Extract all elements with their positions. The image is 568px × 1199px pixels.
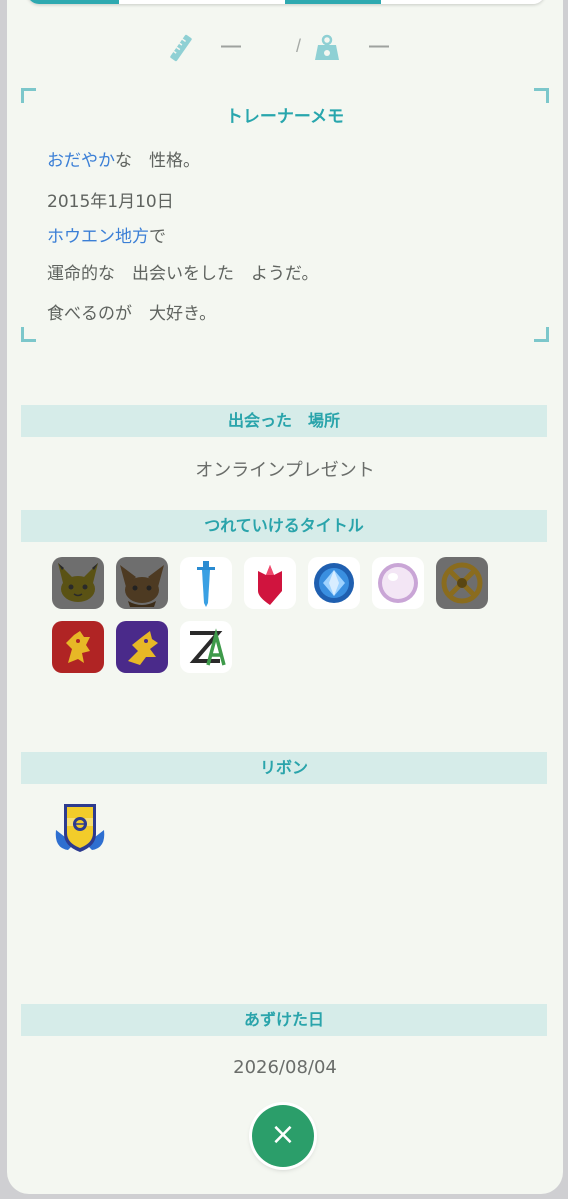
- memo-corner: [21, 88, 36, 103]
- memo-region-line: ホウエン地方で: [47, 222, 166, 247]
- memo-met-line: 運命的な 出会いをした ようだ。: [47, 264, 319, 284]
- titles-header: つれていけるタイトル: [21, 510, 547, 542]
- memo-corner: [21, 327, 36, 342]
- lets-go-eevee-icon[interactable]: [116, 557, 168, 609]
- close-button[interactable]: ×: [252, 1105, 314, 1167]
- tab-segment-4[interactable]: [381, 0, 545, 4]
- region-name: ホウエン地方: [47, 227, 149, 247]
- tab-segment-2[interactable]: [119, 0, 285, 4]
- shield-icon[interactable]: [244, 557, 296, 609]
- memo-characteristic: 食べるのが 大好き。: [47, 304, 217, 324]
- pokemon-detail-card: — / — トレーナーメモ おだやかな 性格。 2015年1月10日 ホウエン地…: [7, 0, 563, 1194]
- memo-corner: [534, 88, 549, 103]
- title-icon-grid: [52, 557, 492, 677]
- deposit-date-header: あずけた日: [21, 1004, 547, 1036]
- height-weight-row: — / —: [7, 32, 563, 64]
- violet-icon[interactable]: [116, 621, 168, 673]
- nature-suffix: な 性格。: [115, 151, 200, 171]
- height-value: —: [221, 35, 241, 57]
- legends-arceus-icon[interactable]: [436, 557, 488, 609]
- top-tab-bar[interactable]: [27, 0, 545, 4]
- met-location-header: 出会った 場所: [21, 405, 547, 437]
- lets-go-pikachu-icon[interactable]: [52, 557, 104, 609]
- legends-za-icon[interactable]: [180, 621, 232, 673]
- region-suffix: で: [149, 227, 166, 247]
- tab-segment-3[interactable]: [285, 0, 381, 4]
- classic-ribbon-icon[interactable]: [52, 800, 108, 856]
- memo-nature-line: おだやかな 性格。: [47, 146, 200, 171]
- weight-icon: [315, 34, 339, 60]
- close-icon: ×: [270, 1117, 296, 1152]
- weight-value: —: [369, 35, 389, 57]
- deposit-date-value: 2026/08/04: [233, 1057, 337, 1078]
- memo-title: トレーナーメモ: [225, 107, 345, 127]
- trainer-memo: トレーナーメモ おだやかな 性格。 2015年1月10日 ホウエン地方で 運命的…: [21, 88, 549, 342]
- met-location-value: オンラインプレゼント: [195, 460, 375, 481]
- tab-segment-1[interactable]: [27, 0, 119, 4]
- ribbons-header: リボン: [21, 752, 547, 784]
- ruler-icon: [170, 34, 192, 62]
- stat-separator: /: [296, 36, 302, 56]
- shining-pearl-icon[interactable]: [372, 557, 424, 609]
- memo-corner: [534, 327, 549, 342]
- brilliant-diamond-icon[interactable]: [308, 557, 360, 609]
- memo-date: 2015年1月10日: [47, 192, 174, 212]
- scarlet-icon[interactable]: [52, 621, 104, 673]
- sword-icon[interactable]: [180, 557, 232, 609]
- nature-name: おだやか: [47, 151, 115, 171]
